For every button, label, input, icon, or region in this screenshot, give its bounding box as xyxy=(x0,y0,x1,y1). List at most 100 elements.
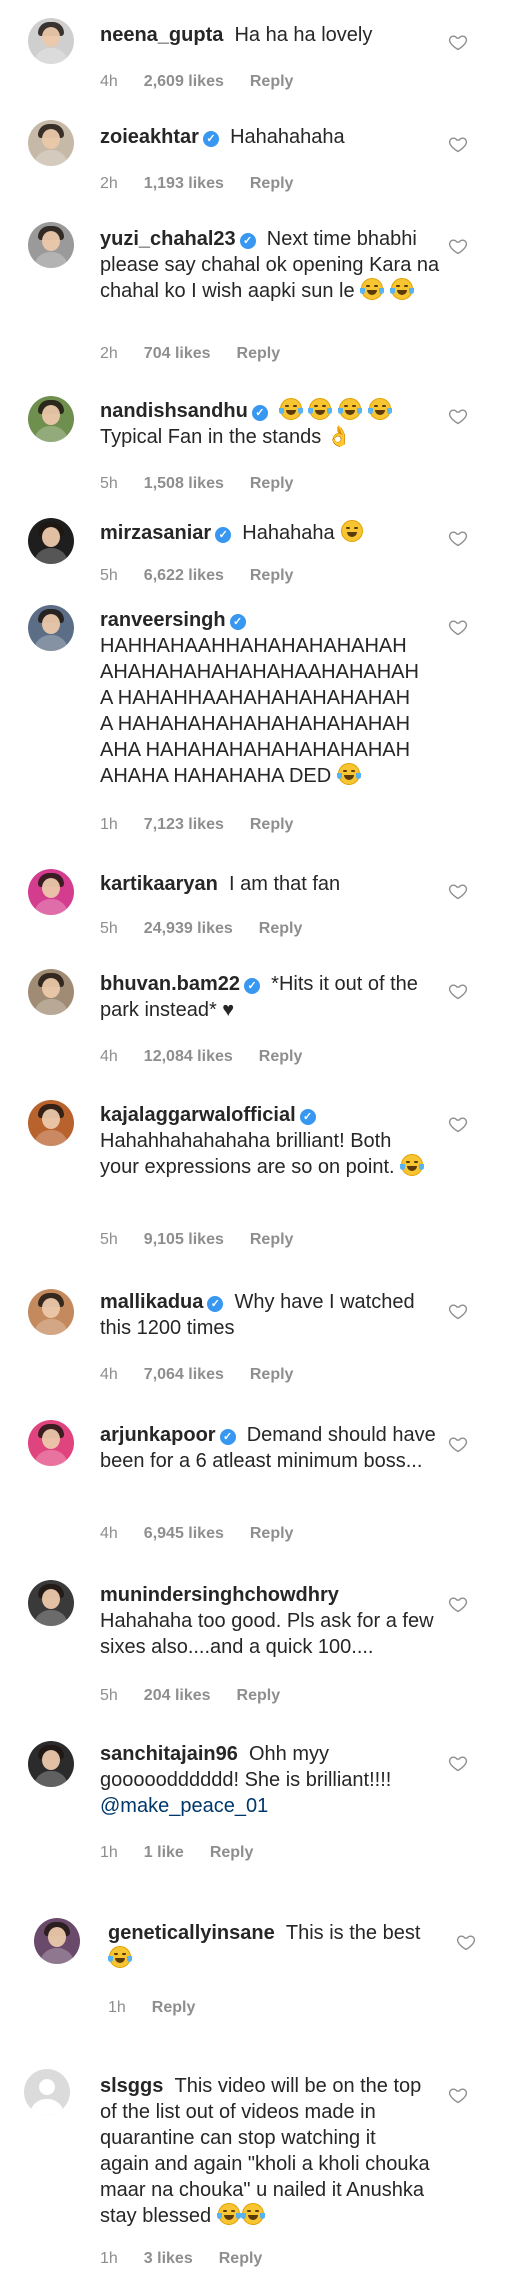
heart-outline-icon[interactable] xyxy=(448,1753,468,1773)
comment-text: nandishsandhu ✓ Typical Fan in the stands… xyxy=(100,398,445,450)
timestamp: 1h xyxy=(100,1844,118,1861)
comment-meta: 4h 7,064 likes Reply xyxy=(100,1365,319,1385)
reply-button[interactable]: Reply xyxy=(237,1687,281,1704)
heart-outline-icon[interactable] xyxy=(448,528,468,548)
heart-outline-icon[interactable] xyxy=(448,881,468,901)
avatar[interactable] xyxy=(28,969,74,1015)
avatar[interactable] xyxy=(34,1918,80,1964)
comment-meta: 1h 3 likes Reply xyxy=(100,2249,288,2269)
username[interactable]: kartikaaryan xyxy=(100,873,218,895)
like-count[interactable]: 7,123 likes xyxy=(144,816,224,833)
heart-outline-icon[interactable] xyxy=(448,236,468,256)
comment-meta: 2h 704 likes Reply xyxy=(100,344,306,364)
comment-munindersinghchowdhry: munindersinghchowdhry Hahahaha too good.… xyxy=(0,1560,522,1725)
avatar[interactable] xyxy=(28,1420,74,1466)
heart-outline-icon[interactable] xyxy=(448,981,468,1001)
comment-nandishsandhu: nandishsandhu ✓ Typical Fan in the stands… xyxy=(0,380,522,510)
heart-outline-icon[interactable] xyxy=(448,1114,468,1134)
heart-outline-icon[interactable] xyxy=(448,1594,468,1614)
timestamp: 1h xyxy=(100,816,118,833)
avatar[interactable] xyxy=(28,1741,74,1787)
reply-button[interactable]: Reply xyxy=(250,1231,294,1248)
username[interactable]: slsggs xyxy=(100,2075,163,2097)
rofl-emoji-icon xyxy=(389,278,414,300)
like-count[interactable]: 1 like xyxy=(144,1844,184,1861)
like-count[interactable]: 9,105 likes xyxy=(144,1231,224,1248)
heart-outline-icon[interactable] xyxy=(456,1932,476,1952)
heart-outline-icon[interactable] xyxy=(448,2085,468,2105)
like-count[interactable]: 7,064 likes xyxy=(144,1366,224,1383)
username[interactable]: nandishsandhu xyxy=(100,400,248,422)
avatar[interactable] xyxy=(28,518,74,564)
comment-bhuvan-bam22: bhuvan.bam22 ✓ *Hits it out of the park i… xyxy=(0,955,522,1080)
like-count[interactable]: 1,508 likes xyxy=(144,475,224,492)
like-count[interactable]: 204 likes xyxy=(144,1687,211,1704)
reply-button[interactable]: Reply xyxy=(259,1048,303,1065)
username[interactable]: zoieakhtar xyxy=(100,126,199,148)
avatar[interactable] xyxy=(28,222,74,268)
like-count[interactable]: 3 likes xyxy=(144,2250,193,2267)
verified-badge-icon: ✓ xyxy=(207,1296,224,1312)
avatar[interactable] xyxy=(28,869,74,915)
avatar[interactable] xyxy=(28,18,74,64)
comment-text: zoieakhtar ✓ Hahahahaha xyxy=(100,124,450,150)
heart-outline-icon[interactable] xyxy=(448,32,468,52)
avatar[interactable] xyxy=(28,1100,74,1146)
username[interactable]: sanchitajain96 xyxy=(100,1743,238,1765)
username[interactable]: kajalaggarwalofficial xyxy=(100,1104,296,1126)
reply-button[interactable]: Reply xyxy=(210,1844,254,1861)
reply-button[interactable]: Reply xyxy=(250,475,294,492)
heart-outline-icon[interactable] xyxy=(448,1301,468,1321)
heart-outline-icon[interactable] xyxy=(448,134,468,154)
reply-button[interactable]: Reply xyxy=(250,567,294,584)
username[interactable]: geneticallyinsane xyxy=(108,1922,275,1944)
reply-button[interactable]: Reply xyxy=(250,1525,294,1542)
avatar[interactable] xyxy=(28,120,74,166)
reply-button[interactable]: Reply xyxy=(250,175,294,192)
username[interactable]: yuzi_chahal23 xyxy=(100,228,236,250)
timestamp: 4h xyxy=(100,1048,118,1065)
comment-text: geneticallyinsane This is the best xyxy=(108,1920,448,1972)
like-count[interactable]: 12,084 likes xyxy=(144,1048,233,1065)
reply-button[interactable]: Reply xyxy=(259,920,303,937)
verified-badge-icon: ✓ xyxy=(299,1109,316,1125)
timestamp: 5h xyxy=(100,475,118,492)
like-count[interactable]: 2,609 likes xyxy=(144,73,224,90)
comment-mirzasaniar: mirzasaniar ✓ Hahahaha 5h 6,622 likes Reply xyxy=(0,510,522,605)
avatar[interactable] xyxy=(24,2069,70,2115)
avatar[interactable] xyxy=(28,605,74,651)
reply-button[interactable]: Reply xyxy=(250,1366,294,1383)
reply-button[interactable]: Reply xyxy=(250,73,294,90)
username[interactable]: arjunkapoor xyxy=(100,1424,216,1446)
avatar[interactable] xyxy=(28,1289,74,1335)
reply-button[interactable]: Reply xyxy=(237,345,281,362)
avatar[interactable] xyxy=(28,1580,74,1626)
like-count[interactable]: 704 likes xyxy=(144,345,211,362)
like-count[interactable]: 6,622 likes xyxy=(144,567,224,584)
joy-emoji-icon xyxy=(308,398,333,420)
comment-body: Ha ha ha lovely xyxy=(234,24,373,46)
username[interactable]: neena_gupta xyxy=(100,24,223,46)
username[interactable]: bhuvan.bam22 xyxy=(100,973,240,995)
heart-outline-icon[interactable] xyxy=(448,617,468,637)
comment-meta: 5h 1,508 likes Reply xyxy=(100,474,319,494)
heart-outline-icon[interactable] xyxy=(448,1434,468,1454)
heart-outline-icon[interactable] xyxy=(448,406,468,426)
comment-meta: 5h 9,105 likes Reply xyxy=(100,1230,319,1250)
mention-link[interactable]: @make_peace_01 xyxy=(100,1795,268,1817)
reply-button[interactable]: Reply xyxy=(219,2250,263,2267)
like-count[interactable]: 6,945 likes xyxy=(144,1525,224,1542)
like-count[interactable]: 24,939 likes xyxy=(144,920,233,937)
like-count[interactable]: 1,193 likes xyxy=(144,175,224,192)
reply-button[interactable]: Reply xyxy=(250,816,294,833)
comment-kartikaaryan: kartikaaryan I am that fan 5h 24,939 like… xyxy=(0,855,522,955)
username[interactable]: mirzasaniar xyxy=(100,522,211,544)
comment-body: Hahahahaha xyxy=(230,126,345,148)
username[interactable]: mallikadua xyxy=(100,1291,203,1313)
timestamp: 5h xyxy=(100,1231,118,1248)
username[interactable]: ranveersingh xyxy=(100,609,226,631)
username[interactable]: munindersinghchowdhry xyxy=(100,1584,339,1606)
avatar[interactable] xyxy=(28,396,74,442)
comment-text: munindersinghchowdhry Hahahaha too good.… xyxy=(100,1582,445,1660)
reply-button[interactable]: Reply xyxy=(152,1999,196,2016)
